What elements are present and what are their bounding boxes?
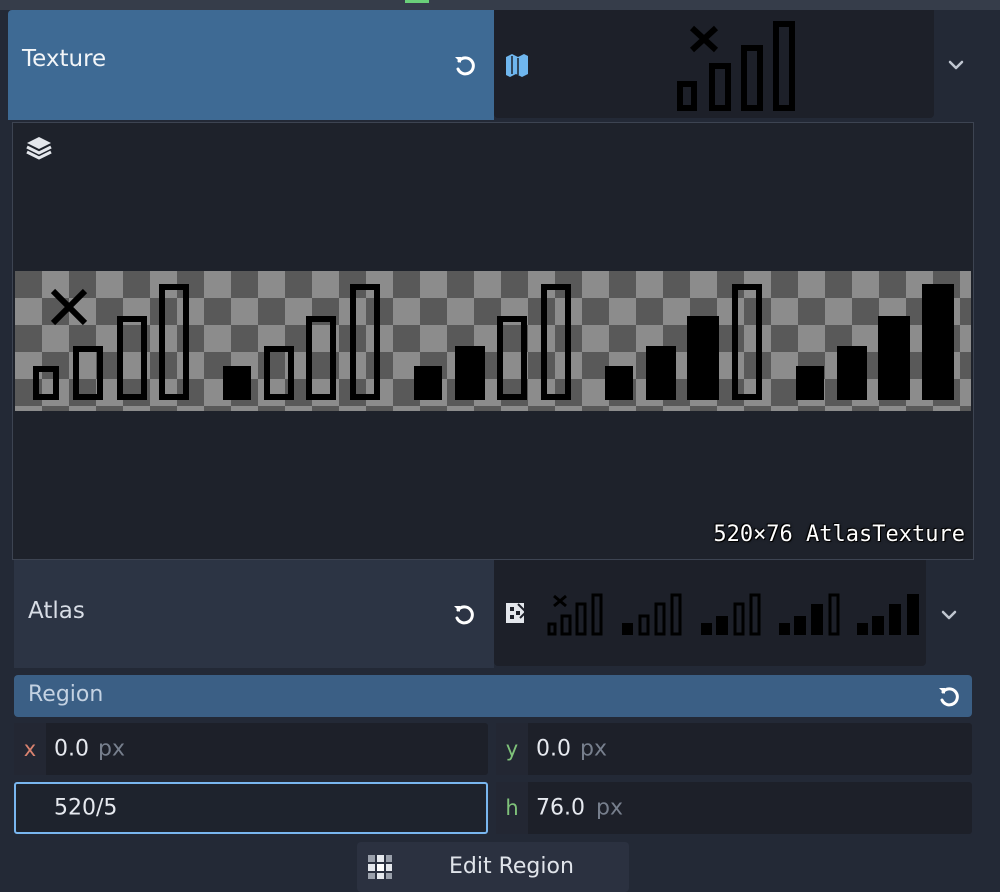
texture-property-row: Texture xyxy=(8,10,978,120)
edit-region-label: Edit Region xyxy=(449,854,574,879)
layers-icon[interactable] xyxy=(25,135,53,161)
map-icon xyxy=(506,54,528,77)
atlas-label-box: Atlas xyxy=(14,560,494,668)
revert-icon[interactable] xyxy=(451,601,477,627)
texture-thumbnail xyxy=(677,21,795,111)
atlas-label: Atlas xyxy=(28,598,85,624)
region-h-field[interactable]: h 76.0 px xyxy=(496,782,972,834)
region-y-unit: px xyxy=(580,736,607,762)
revert-icon[interactable] xyxy=(936,683,962,709)
chevron-down-icon xyxy=(948,60,964,70)
region-w-value: 520/5 xyxy=(54,795,118,821)
x-axis-label: x xyxy=(14,723,46,775)
texture-dropdown[interactable] xyxy=(934,10,978,120)
grid-icon xyxy=(368,855,392,879)
atlas-thumbnail xyxy=(547,593,919,636)
texture-size-caption: 520×76 AtlasTexture xyxy=(713,522,965,547)
region-label: Region xyxy=(28,682,104,707)
region-y-field[interactable]: y 0.0 px xyxy=(496,723,972,775)
h-axis-label: h xyxy=(496,782,528,834)
top-indicator xyxy=(405,0,429,3)
region-x-value: 0.0 xyxy=(54,736,89,762)
texture-preview-panel: 520×76 AtlasTexture xyxy=(12,122,974,560)
region-section-header[interactable]: Region xyxy=(14,675,972,717)
region-y-value: 0.0 xyxy=(536,736,571,762)
atlas-texture-preview xyxy=(15,271,971,411)
texture-resource-picker[interactable] xyxy=(494,10,934,118)
region-h-value: 76.0 xyxy=(536,795,585,821)
atlas-property-row: Atlas xyxy=(14,560,972,668)
edit-region-button[interactable]: Edit Region xyxy=(357,842,629,892)
image-texture-icon xyxy=(506,603,528,623)
region-x-unit: px xyxy=(98,736,125,762)
revert-icon[interactable] xyxy=(452,52,478,78)
atlas-dropdown[interactable] xyxy=(926,560,972,668)
texture-label: Texture xyxy=(22,46,107,72)
region-h-unit: px xyxy=(596,795,623,821)
region-x-field[interactable]: x 0.0 px xyxy=(14,723,488,775)
y-axis-label: y xyxy=(496,723,528,775)
texture-label-box: Texture xyxy=(8,10,494,120)
top-strip xyxy=(0,0,1000,10)
chevron-down-icon xyxy=(941,610,957,620)
atlas-resource-picker[interactable] xyxy=(494,560,926,666)
region-w-input[interactable]: 520/5 xyxy=(14,782,488,834)
